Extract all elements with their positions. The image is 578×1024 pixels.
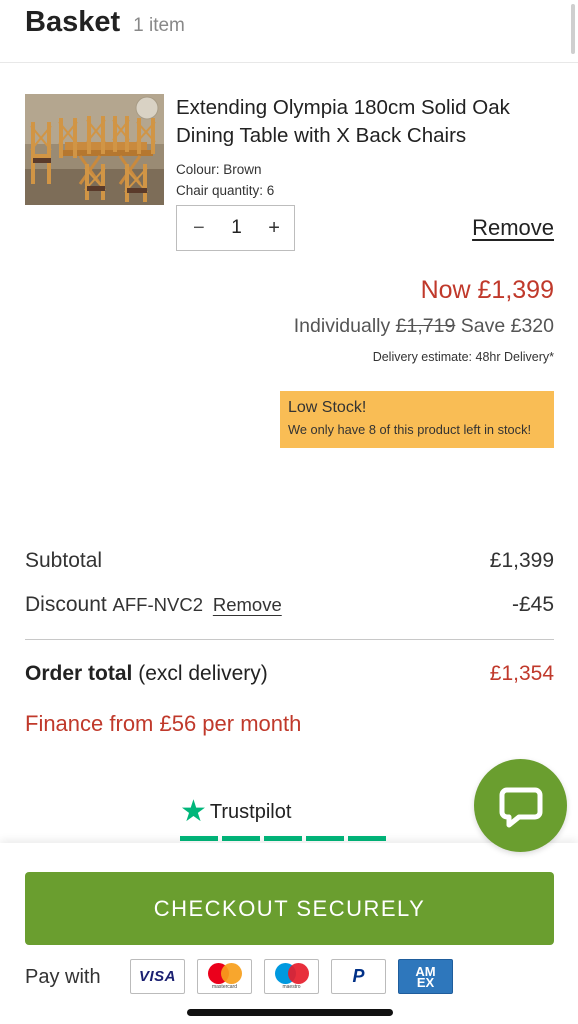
discount-label: Discount — [25, 593, 107, 616]
page-title: Basket — [25, 6, 121, 38]
order-total-info: Order total (excl delivery) — [25, 662, 268, 686]
page-scrollbar[interactable] — [571, 4, 575, 54]
maestro-icon: maestro — [264, 959, 319, 994]
product-chair-quantity: Chair quantity: 6 — [176, 183, 275, 198]
trustpilot-rating-bars — [180, 836, 386, 841]
low-stock-title: Low Stock! — [288, 399, 367, 416]
save-amount: Save £320 — [460, 315, 554, 337]
was-price: £1,719 — [395, 315, 456, 337]
maestro-text: maestro — [282, 984, 301, 990]
trustpilot-widget[interactable]: ★ Trustpilot — [180, 797, 291, 827]
finance-link[interactable]: Finance from £56 per month — [25, 711, 301, 737]
subtotal-row: Subtotal £1,399 — [25, 549, 554, 573]
product-image[interactable] — [25, 94, 164, 205]
checkout-securely-button[interactable]: CHECKOUT SECURELY — [25, 872, 554, 945]
individually-label: Individually — [293, 315, 391, 337]
now-price: Now £1,399 — [420, 276, 554, 304]
discount-row: Discount AFF-NVC2 Remove -£45 — [25, 593, 554, 617]
rating-bar — [222, 836, 260, 841]
basket-header: Basket 1 item — [25, 6, 185, 46]
mastercard-circles — [207, 962, 242, 985]
discount-value: -£45 — [511, 593, 554, 616]
individual-price: Individually £1,719 Save £320 — [294, 315, 554, 338]
mastercard-icon: mastercard — [197, 959, 252, 994]
visa-icon: VISA — [130, 959, 185, 994]
rating-bar — [306, 836, 344, 841]
product-name[interactable]: Extending Olympia 180cm Solid Oak Dining… — [176, 94, 556, 150]
payment-methods: VISA mastercard maestro P AM EX — [130, 959, 453, 994]
remove-discount-button[interactable]: Remove — [213, 594, 282, 615]
mastercard-text: mastercard — [211, 984, 237, 990]
quantity-value[interactable]: 1 — [231, 217, 242, 239]
pay-with-label: Pay with — [25, 966, 101, 988]
increase-quantity-button[interactable]: + — [268, 217, 280, 240]
remove-item-button[interactable]: Remove — [472, 215, 554, 241]
maestro-circles — [274, 962, 309, 985]
amex-logo: AM EX — [415, 963, 436, 990]
order-total-value: £1,354 — [489, 662, 554, 685]
header-divider — [0, 62, 578, 63]
order-total-row: Order total (excl delivery) £1,354 — [25, 662, 554, 686]
item-count: 1 item — [133, 15, 185, 36]
order-total-note: (excl delivery) — [138, 662, 268, 685]
decrease-quantity-button[interactable]: − — [193, 217, 205, 240]
paypal-icon: P — [331, 959, 386, 994]
rating-bar — [264, 836, 302, 841]
low-stock-notice: Low Stock! We only have 8 of this produc… — [280, 391, 554, 448]
delivery-estimate: Delivery estimate: 48hr Delivery* — [372, 350, 554, 364]
chat-bubble-icon — [499, 787, 542, 827]
low-stock-message: We only have 8 of this product left in s… — [288, 422, 532, 437]
rating-bar — [180, 836, 218, 841]
subtotal-value: £1,399 — [489, 549, 554, 572]
chat-button[interactable] — [474, 759, 567, 852]
amex-icon: AM EX — [398, 959, 453, 994]
subtotal-label: Subtotal — [25, 549, 103, 572]
summary-divider — [25, 639, 554, 640]
trustpilot-star-icon: ★ — [180, 795, 207, 828]
visa-logo-text: VISA — [138, 968, 176, 985]
discount-info: Discount AFF-NVC2 Remove — [25, 593, 282, 617]
discount-code: AFF-NVC2 — [112, 594, 203, 615]
rating-bar — [348, 836, 386, 841]
paypal-logo: P — [352, 966, 365, 986]
home-indicator — [187, 1009, 393, 1016]
product-colour: Colour: Brown — [176, 162, 262, 177]
quantity-stepper: − 1 + — [176, 205, 295, 251]
trustpilot-label: Trustpilot — [209, 800, 292, 823]
order-total-label: Order total — [25, 662, 133, 685]
